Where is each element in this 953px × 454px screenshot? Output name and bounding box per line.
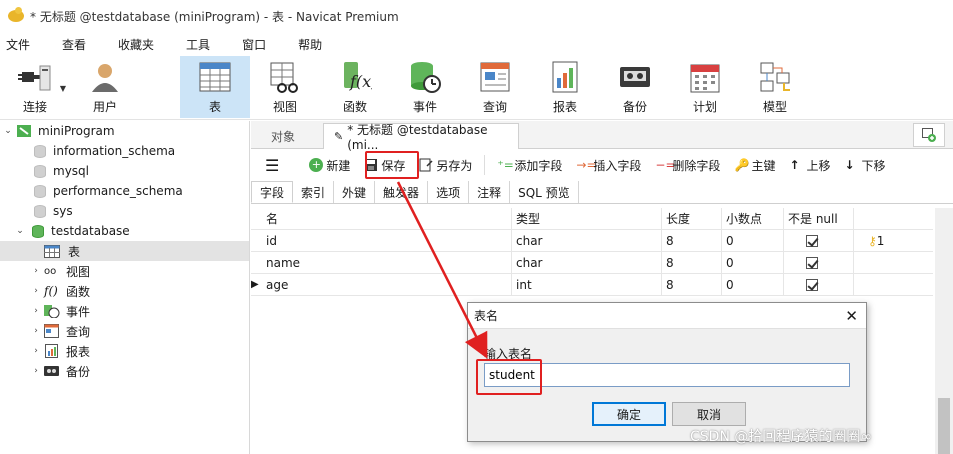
watermark: CSDN @拾回程序猿的圈圈∞ [690,429,873,445]
annotation-arrow-icon [396,181,488,359]
